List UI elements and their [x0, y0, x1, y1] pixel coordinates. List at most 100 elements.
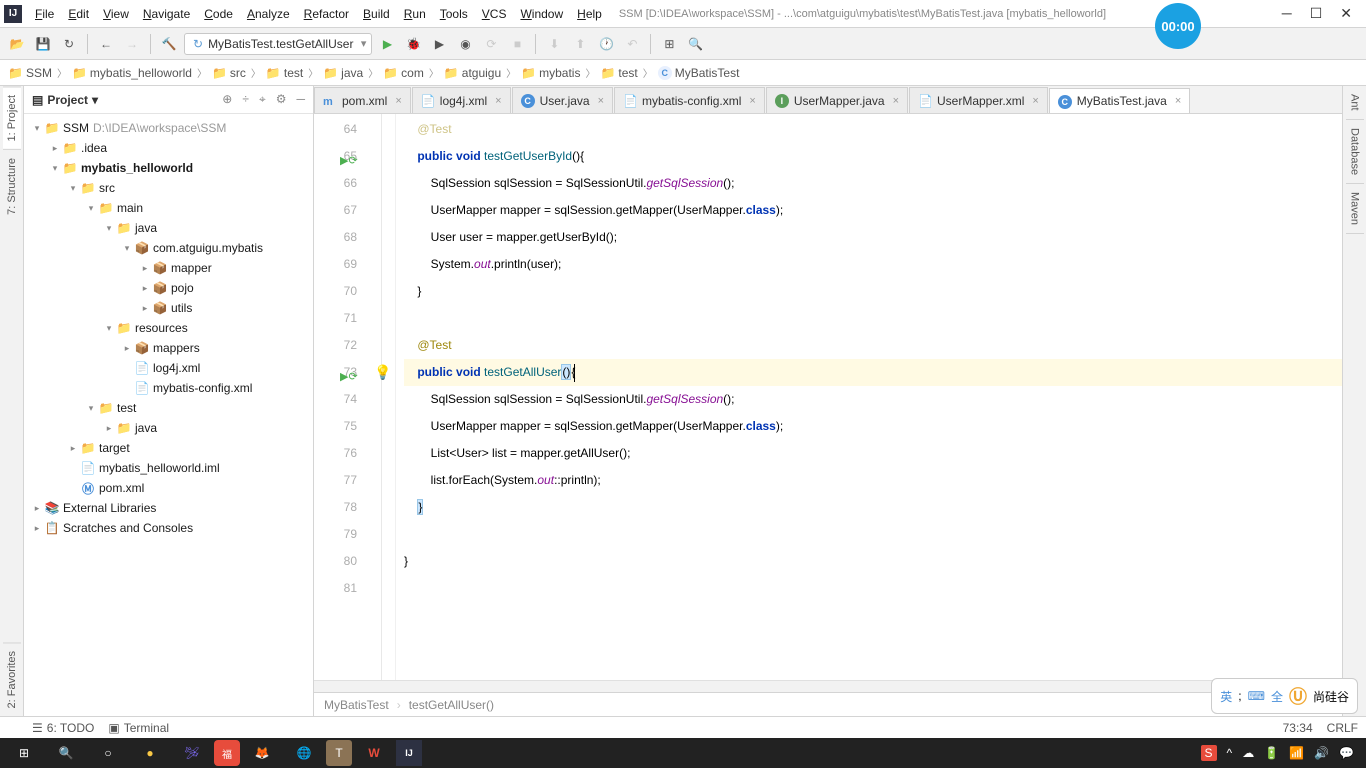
tree-resources[interactable]: ▾📁resources	[24, 318, 313, 338]
line-number-81[interactable]: 81	[314, 575, 357, 602]
breadcrumb-atguigu[interactable]: 📁atguigu	[442, 65, 503, 81]
menu-view[interactable]: View	[96, 4, 136, 24]
collapse-all-icon[interactable]: ⌖	[259, 92, 266, 107]
tab-close-icon[interactable]: ×	[1175, 95, 1181, 107]
vcs-update-icon[interactable]: ⬇	[543, 33, 565, 55]
settings-icon[interactable]: ⚙	[276, 92, 287, 107]
system-tray[interactable]: S ^ ☁ 🔋 📶 🔊 💬	[1201, 745, 1362, 761]
tree-.idea[interactable]: ▸📁.idea	[24, 138, 313, 158]
code-line-80[interactable]: }	[404, 548, 1342, 575]
line-number-80[interactable]: 80	[314, 548, 357, 575]
project-panel-title[interactable]: ▤ Project ▾	[32, 93, 98, 107]
breadcrumb-SSM[interactable]: 📁SSM	[6, 65, 54, 81]
code-line-73[interactable]: 💡 public void testGetAllUser(){	[404, 359, 1342, 386]
start-icon[interactable]: ⊞	[4, 739, 44, 767]
tray-up-icon[interactable]: ^	[1227, 746, 1233, 760]
code-line-71[interactable]	[404, 305, 1342, 332]
app-3-icon[interactable]: 福	[214, 740, 240, 766]
tab-MyBatisTest.java[interactable]: CMyBatisTest.java×	[1049, 88, 1190, 114]
gutter[interactable]: 6465▶⟳6667686970717273▶⟳7475767778798081	[314, 114, 382, 680]
tree-mybatis_helloworld.iml[interactable]: 📄mybatis_helloworld.iml	[24, 458, 313, 478]
todo-button[interactable]: ☰ 6: TODO	[32, 721, 94, 735]
tree-pojo[interactable]: ▸📦pojo	[24, 278, 313, 298]
code-line-66[interactable]: SqlSession sqlSession = SqlSessionUtil.g…	[404, 170, 1342, 197]
line-number-79[interactable]: 79	[314, 521, 357, 548]
menu-tools[interactable]: Tools	[433, 4, 475, 24]
structure-icon[interactable]: ⊞	[658, 33, 680, 55]
line-number-73[interactable]: 73▶⟳	[314, 359, 357, 386]
stop-icon[interactable]: ■	[506, 33, 528, 55]
tab-close-icon[interactable]: ×	[495, 95, 501, 107]
save-icon[interactable]: 💾	[32, 33, 54, 55]
tree-src[interactable]: ▾📁src	[24, 178, 313, 198]
run-icon[interactable]: ▶	[376, 33, 398, 55]
tree-mapper[interactable]: ▸📦mapper	[24, 258, 313, 278]
line-number-65[interactable]: 65▶⟳	[314, 143, 357, 170]
tree-External Libraries[interactable]: ▸📚External Libraries	[24, 498, 313, 518]
tray-onedrive-icon[interactable]: ☁	[1242, 746, 1254, 760]
tray-sogou-icon[interactable]: S	[1201, 745, 1217, 761]
line-number-68[interactable]: 68	[314, 224, 357, 251]
tab-close-icon[interactable]: ×	[893, 95, 899, 107]
code-line-75[interactable]: UserMapper mapper = sqlSession.getMapper…	[404, 413, 1342, 440]
tree-test[interactable]: ▾📁test	[24, 398, 313, 418]
tray-notif-icon[interactable]: 💬	[1339, 746, 1354, 760]
fold-column[interactable]	[382, 114, 396, 680]
sidebar-tab-maven[interactable]: Maven	[1346, 184, 1364, 234]
breadcrumb-mybatis_helloworld[interactable]: 📁mybatis_helloworld	[70, 65, 194, 81]
menu-navigate[interactable]: Navigate	[136, 4, 197, 24]
vcs-history-icon[interactable]: 🕐	[595, 33, 617, 55]
editor[interactable]: 6465▶⟳6667686970717273▶⟳7475767778798081…	[314, 114, 1342, 680]
crumb-class[interactable]: MyBatisTest	[324, 698, 389, 712]
tree-target[interactable]: ▸📁target	[24, 438, 313, 458]
app-t-icon[interactable]: T	[326, 740, 352, 766]
close-button[interactable]: ✕	[1340, 5, 1352, 22]
run-config-select[interactable]: ↻ MyBatisTest.testGetAllUser	[184, 33, 372, 55]
breadcrumb-MyBatisTest[interactable]: CMyBatisTest	[656, 65, 742, 81]
run-gutter-icon[interactable]: ▶⟳	[340, 148, 354, 162]
line-number-67[interactable]: 67	[314, 197, 357, 224]
code-line-76[interactable]: List<User> list = mapper.getAllUser();	[404, 440, 1342, 467]
breadcrumb-java[interactable]: 📁java	[321, 65, 365, 81]
menu-run[interactable]: Run	[397, 4, 433, 24]
line-number-69[interactable]: 69	[314, 251, 357, 278]
breadcrumb-src[interactable]: 📁src	[210, 65, 248, 81]
open-icon[interactable]: 📂	[6, 33, 28, 55]
line-number-77[interactable]: 77	[314, 467, 357, 494]
tree-utils[interactable]: ▸📦utils	[24, 298, 313, 318]
sync-icon[interactable]: ↻	[58, 33, 80, 55]
tray-volume-icon[interactable]: 🔊	[1314, 746, 1329, 760]
sidebar-tab-ant[interactable]: Ant	[1346, 86, 1364, 120]
profile-icon[interactable]: ◉	[454, 33, 476, 55]
code-line-72[interactable]: @Test	[404, 332, 1342, 359]
line-number-78[interactable]: 78	[314, 494, 357, 521]
code-line-78[interactable]: }	[404, 494, 1342, 521]
line-number-75[interactable]: 75	[314, 413, 357, 440]
app-1-icon[interactable]: ●	[130, 739, 170, 767]
code-line-68[interactable]: User user = mapper.getUserById();	[404, 224, 1342, 251]
menu-file[interactable]: File	[28, 4, 61, 24]
maximize-button[interactable]: ☐	[1310, 5, 1323, 22]
run-gutter-icon[interactable]: ▶⟳	[340, 364, 354, 378]
tab-close-icon[interactable]: ×	[598, 95, 604, 107]
firefox-icon[interactable]: 🦊	[242, 739, 282, 767]
tray-battery-icon[interactable]: 🔋	[1264, 746, 1279, 760]
menu-vcs[interactable]: VCS	[475, 4, 514, 24]
tree-Scratches and Consoles[interactable]: ▸📋Scratches and Consoles	[24, 518, 313, 538]
line-ending[interactable]: CRLF	[1327, 721, 1358, 735]
tab-close-icon[interactable]: ×	[1032, 95, 1038, 107]
tree-log4j.xml[interactable]: 📄log4j.xml	[24, 358, 313, 378]
tab-close-icon[interactable]: ×	[395, 95, 401, 107]
line-number-72[interactable]: 72	[314, 332, 357, 359]
tab-mybatis-config.xml[interactable]: 📄mybatis-config.xml×	[614, 87, 765, 113]
tree-com.atguigu.mybatis[interactable]: ▾📦com.atguigu.mybatis	[24, 238, 313, 258]
sidebar-tab-structure[interactable]: 7: Structure	[3, 149, 21, 223]
tree-pom.xml[interactable]: Ⓜpom.xml	[24, 478, 313, 498]
horizontal-scrollbar[interactable]	[314, 680, 1342, 692]
menu-code[interactable]: Code	[197, 4, 240, 24]
line-number-71[interactable]: 71	[314, 305, 357, 332]
minimize-button[interactable]: ─	[1282, 5, 1292, 22]
tab-UserMapper.xml[interactable]: 📄UserMapper.xml×	[909, 87, 1048, 113]
debug-icon[interactable]: 🐞	[402, 33, 424, 55]
breadcrumb-com[interactable]: 📁com	[381, 65, 426, 81]
